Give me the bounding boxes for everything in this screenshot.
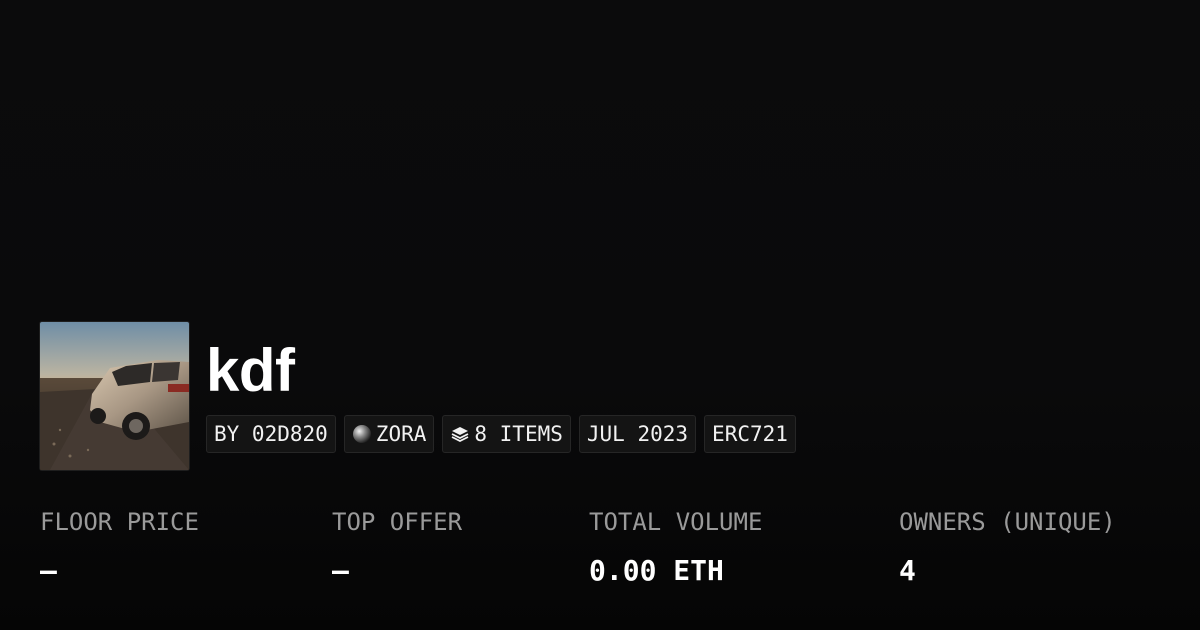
stat-label: OWNERS (UNIQUE) [899,508,1116,536]
date-tag: JUL 2023 [578,415,697,453]
collection-title: kdf [206,337,295,404]
zora-orb-icon [352,424,372,444]
stat-label: FLOOR PRICE [40,508,199,536]
stat-label: TOTAL VOLUME [589,508,763,536]
stat-value: 4 [899,554,916,587]
stat-value: — [332,554,349,587]
stat-value: 0.00 ETH [589,554,724,587]
network-tag-label: ZORA [375,422,427,446]
items-tag-label: 8 ITEMS [474,422,563,446]
collection-og-card: kdf BY 02D820 ZORA 8 ITEMS JUL 2023 ERC7… [0,0,1200,630]
layers-icon [450,424,470,444]
stat-total-volume: TOTAL VOLUME 0.00 ETH [589,505,762,588]
creator-tag[interactable]: BY 02D820 [206,415,336,453]
items-tag[interactable]: 8 ITEMS [442,415,571,453]
network-tag[interactable]: ZORA [343,415,435,453]
stat-owners-unique: OWNERS (UNIQUE) 4 [899,505,1116,588]
collection-tags: BY 02D820 ZORA 8 ITEMS JUL 2023 ERC721 [206,415,796,453]
stat-label: TOP OFFER [332,508,463,536]
stat-value: — [40,554,57,587]
creator-tag-label: BY 02D820 [214,422,328,446]
standard-tag: ERC721 [704,415,796,453]
car-photo [40,322,189,470]
stat-top-offer: TOP OFFER — [332,505,462,588]
standard-tag-label: ERC721 [712,422,788,446]
stat-floor-price: FLOOR PRICE — [40,505,199,588]
date-tag-label: JUL 2023 [586,422,689,446]
collection-thumbnail [40,322,189,470]
